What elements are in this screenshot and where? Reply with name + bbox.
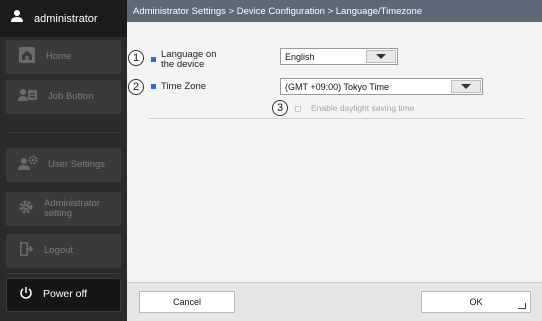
timezone-select-value: (GMT +09:00) Tokyo Time [285, 81, 389, 92]
job-icon [18, 87, 38, 108]
person-icon [10, 9, 24, 28]
callout-1: 1 [128, 50, 144, 66]
sidebar-item-administrator-setting[interactable]: Administrator setting [6, 192, 121, 226]
sidebar-item-label: Job Button [48, 91, 94, 103]
timezone-select[interactable]: (GMT +09:00) Tokyo Time [280, 78, 483, 95]
gear-icon [18, 199, 34, 220]
logout-icon [18, 241, 34, 262]
language-dropdown-button[interactable] [366, 50, 396, 63]
daylight-saving-label: Enable daylight saving time [311, 103, 415, 113]
timezone-row-label: Time Zone [151, 81, 206, 92]
sidebar-item-user-settings[interactable]: User Settings [6, 148, 121, 182]
sidebar-item-label: Home [46, 51, 72, 63]
language-select-value: English [285, 51, 315, 62]
sidebar-item-label: Logout [44, 245, 74, 257]
sidebar-divider [6, 132, 121, 133]
sidebar-divider [6, 273, 121, 274]
chevron-down-icon [461, 84, 471, 89]
ok-label: OK [469, 297, 483, 307]
language-row-label: Language on the device [151, 50, 241, 69]
daylight-saving-checkbox[interactable] [295, 106, 301, 112]
user-bar: administrator [0, 0, 127, 37]
language-label: Language on the device [161, 49, 217, 70]
language-select[interactable]: English [280, 48, 398, 65]
sidebar-item-job-button[interactable]: Job Button [6, 80, 121, 114]
breadcrumb: Administrator Settings > Device Configur… [127, 0, 542, 22]
sidebar-item-home[interactable]: Home [6, 40, 121, 74]
section-divider [149, 118, 525, 119]
bullet-icon [151, 84, 156, 89]
footer-bar: Cancel OK [127, 282, 542, 321]
sidebar-item-label: User Settings [48, 159, 106, 171]
timezone-dropdown-button[interactable] [451, 80, 481, 93]
bullet-icon [151, 57, 156, 62]
user-settings-icon [18, 155, 38, 176]
power-icon [19, 286, 33, 305]
user-name: administrator [34, 12, 98, 25]
power-off-button[interactable]: Power off [6, 278, 121, 312]
callout-3: 3 [272, 100, 288, 116]
chevron-down-icon [376, 54, 386, 59]
callout-2: 2 [128, 79, 144, 95]
sidebar: administrator Home Job Button User Setti… [0, 0, 127, 321]
enter-icon [518, 303, 526, 309]
home-icon [18, 46, 36, 69]
cancel-button[interactable]: Cancel [139, 291, 235, 313]
power-off-label: Power off [43, 288, 88, 301]
timezone-label: Time Zone [161, 81, 207, 92]
sidebar-item-logout[interactable]: Logout [6, 234, 121, 268]
main-panel: Administrator Settings > Device Configur… [127, 0, 542, 321]
ok-button[interactable]: OK [421, 291, 531, 313]
sidebar-item-label: Administrator setting [44, 198, 100, 219]
